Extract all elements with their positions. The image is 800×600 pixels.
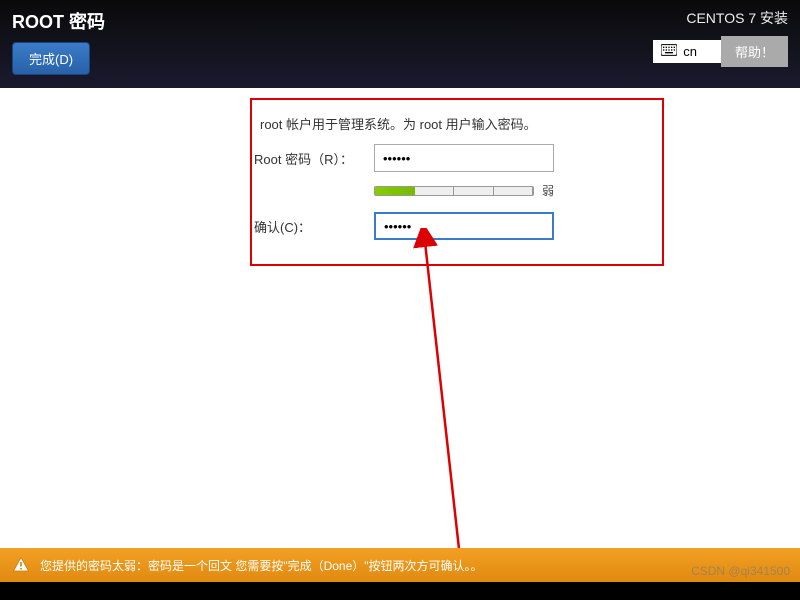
bottom-black-bar xyxy=(0,582,800,600)
password-strength-fill xyxy=(375,187,415,195)
header-left: ROOT 密码 完成(D) xyxy=(12,8,105,80)
help-button[interactable]: 帮助！ xyxy=(721,36,788,67)
warning-text: 您提供的密码太弱：密码是一个回文 您需要按"完成（Done）"按钮两次方可确认。… xyxy=(40,557,483,574)
header-bar: ROOT 密码 完成(D) CENTOS 7 安装 cn 帮助！ xyxy=(0,0,800,88)
done-button[interactable]: 完成(D) xyxy=(12,42,90,75)
confirm-password-label: 确认(C)： xyxy=(254,217,374,236)
warning-icon xyxy=(12,556,30,574)
root-password-row: Root 密码（R）： xyxy=(254,144,554,172)
watermark-text: CSDN @qi341500 xyxy=(691,564,790,578)
instruction-text: root 帐户用于管理系统。为 root 用户输入密码。 xyxy=(260,114,537,133)
annotation-arrow xyxy=(330,228,480,568)
language-code: cn xyxy=(683,44,697,59)
main-content: root 帐户用于管理系统。为 root 用户输入密码。 Root 密码（R）：… xyxy=(0,88,800,548)
confirm-password-row: 确认(C)： xyxy=(254,212,554,240)
keyboard-icon xyxy=(661,44,677,59)
lang-help-group: cn 帮助！ xyxy=(653,36,788,67)
confirm-password-input[interactable] xyxy=(374,212,554,240)
password-strength-meter xyxy=(374,186,534,196)
warning-bar: 您提供的密码太弱：密码是一个回文 您需要按"完成（Done）"按钮两次方可确认。… xyxy=(0,548,800,582)
root-password-label: Root 密码（R）： xyxy=(254,149,374,168)
install-title: CENTOS 7 安装 xyxy=(686,8,788,28)
password-strength-row: 弱 xyxy=(374,182,554,199)
header-right: CENTOS 7 安装 cn 帮助！ xyxy=(653,8,788,80)
page-title: ROOT 密码 xyxy=(12,8,105,34)
password-strength-label: 弱 xyxy=(542,182,554,199)
root-password-input[interactable] xyxy=(374,144,554,172)
language-selector[interactable]: cn xyxy=(653,40,721,63)
